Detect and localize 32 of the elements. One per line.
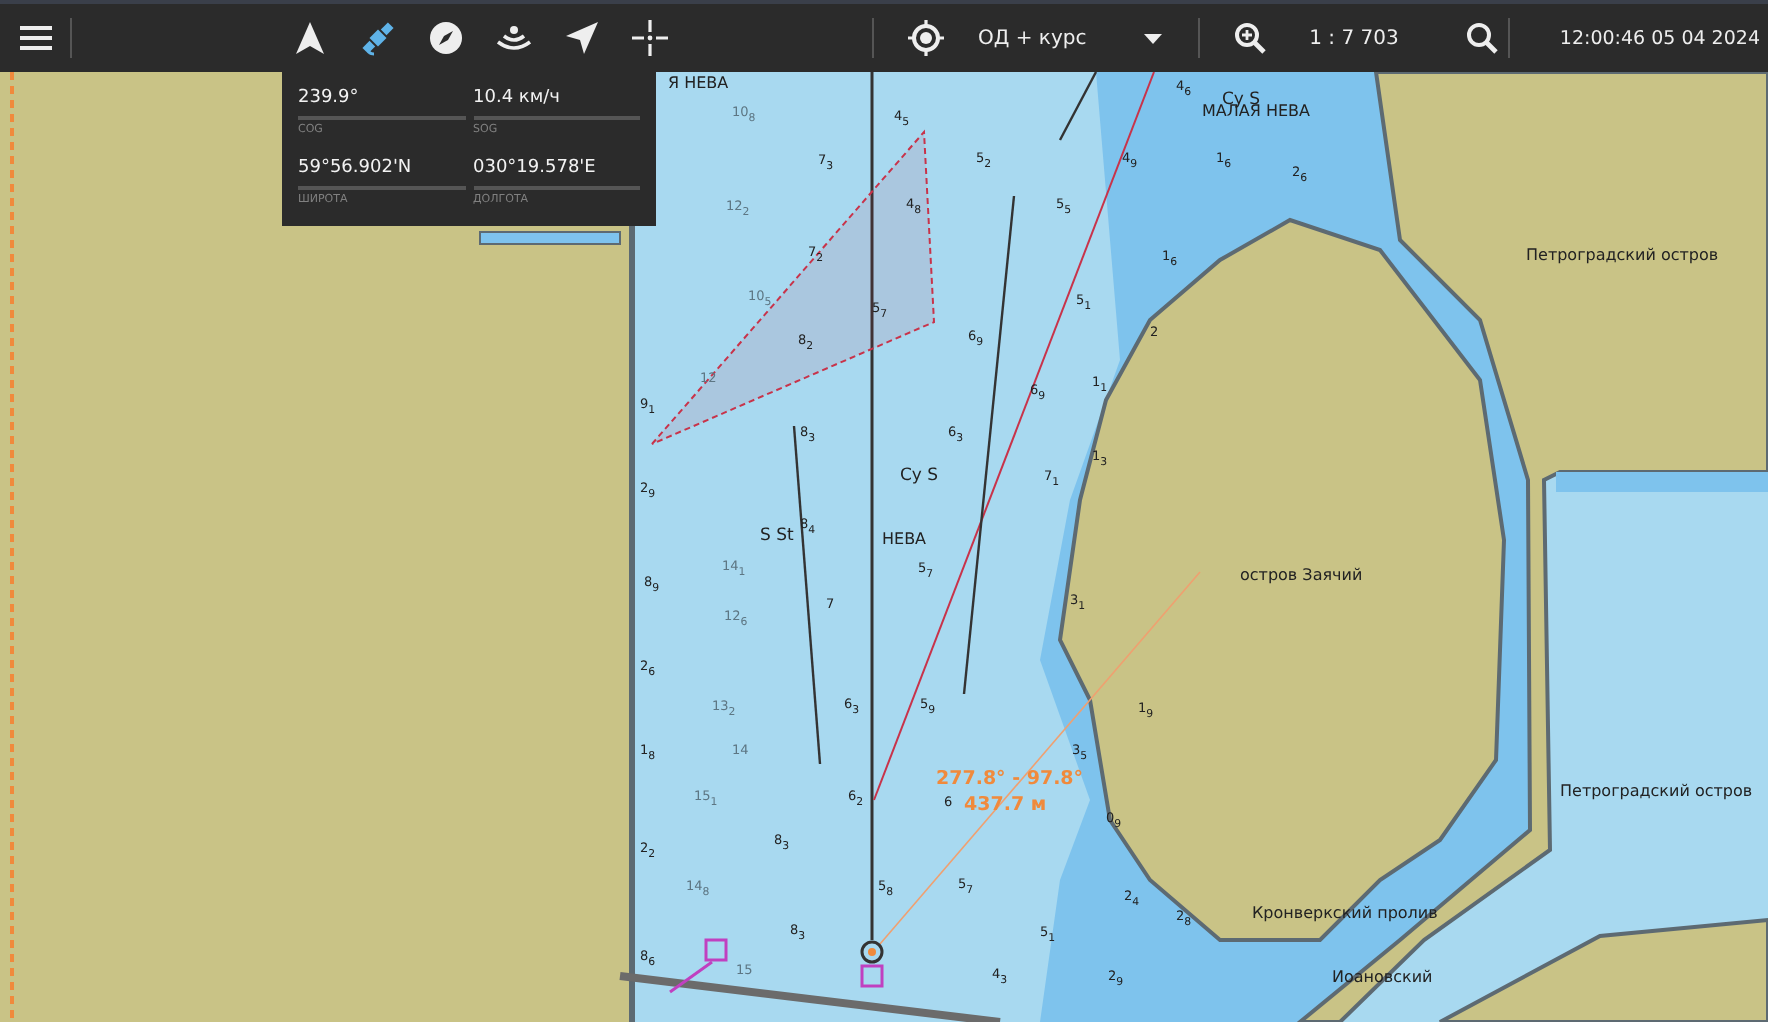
menu-icon [20, 26, 52, 50]
north-arrow-icon [296, 22, 324, 54]
map-label: НЕВА [882, 532, 927, 548]
map-label: МАЛАЯ НЕВА [1202, 104, 1310, 120]
field-value: 10.4 км/ч [473, 88, 640, 120]
navigation-arrow-icon [566, 22, 598, 54]
mooring-marker [704, 938, 728, 962]
target-icon [908, 20, 944, 56]
zoom-out-icon [1466, 22, 1498, 54]
pier [479, 231, 621, 245]
map-label: Петроградский остров [1526, 248, 1719, 264]
zoom-in-icon [1234, 22, 1266, 54]
map-label: Петроградский остров [1560, 784, 1753, 800]
map-label: Cy S [900, 468, 939, 485]
field-value: 59°56.902'N [298, 157, 465, 189]
crosshair-icon [632, 20, 668, 56]
compass-icon [428, 20, 464, 56]
map-scale: 1 : 7 703 [1307, 27, 1401, 49]
map-label: остров Заячий [1240, 568, 1363, 584]
caret-icon [1144, 33, 1162, 43]
map-label: Я НЕВА [668, 76, 729, 92]
vessel-icon [860, 940, 884, 964]
mode-dropdown[interactable]: ОД + курс [954, 27, 1178, 49]
signal-waves-icon [496, 24, 532, 52]
mooring-marker [860, 964, 884, 988]
mooring-line [669, 960, 713, 994]
date-time: 12:00:46 05 04 2024 [1559, 27, 1762, 49]
map-label: S St [760, 528, 794, 545]
field-value: 239.9° [298, 88, 465, 120]
satellite-icon [358, 18, 398, 58]
field-value: 030°19.578'E [473, 157, 640, 189]
bearing-distance-label: 277.8° - 97.8° [936, 770, 1084, 789]
